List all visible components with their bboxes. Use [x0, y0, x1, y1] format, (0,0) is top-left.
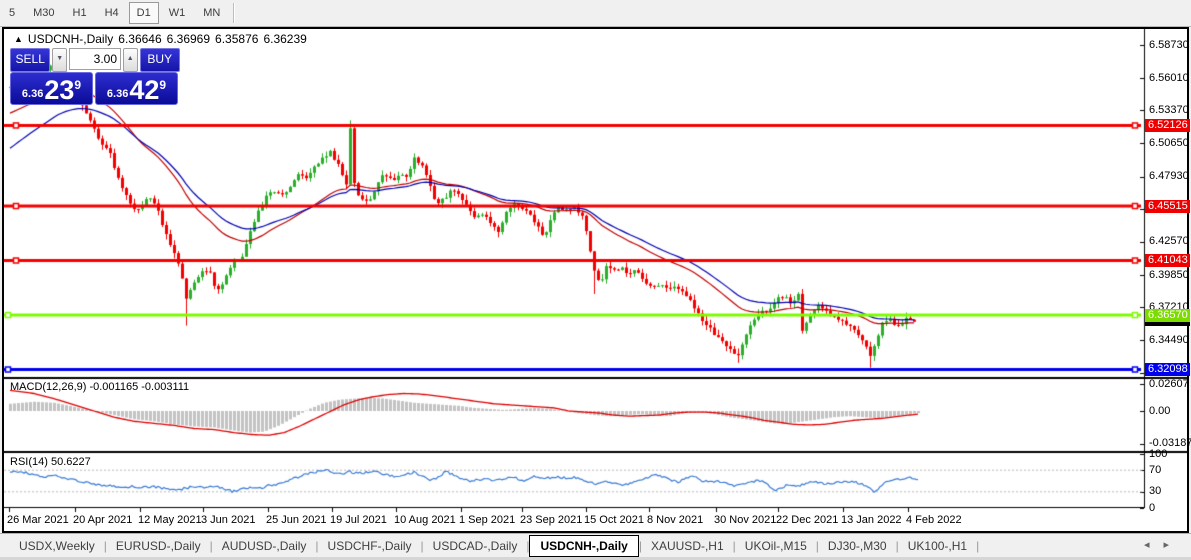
- date-axis-label: 10 Aug 2021: [394, 514, 456, 526]
- price-line-label-green: 6.36570: [1145, 308, 1190, 322]
- timeframe-toolbar: 5 M30 H1 H4 D1 W1 MN: [0, 0, 1191, 27]
- tab-usdcnh-daily[interactable]: USDCNH-,Daily: [529, 534, 639, 557]
- tab-dj30-m30[interactable]: DJ30-,M30: [819, 536, 896, 556]
- rsi-axis-label: 30: [1149, 485, 1162, 498]
- timeframe-button-mn[interactable]: MN: [195, 2, 228, 24]
- ohlc-high: 6.36969: [166, 32, 211, 46]
- volume-increase-button[interactable]: ▲: [123, 48, 138, 72]
- price-line-label-red: 6.52126: [1145, 118, 1190, 132]
- price-tick-label: 6.39850: [1149, 268, 1189, 281]
- sell-price-big: 23: [44, 75, 75, 105]
- price-line-label-red: 6.41043: [1145, 254, 1190, 268]
- tab-ukoil-m15[interactable]: UKOil-,M15: [736, 536, 816, 556]
- symbol-label: USDCNH-,Daily: [27, 32, 114, 46]
- price-tick-label: 6.56010: [1149, 71, 1189, 84]
- date-axis-label: 26 Mar 2021: [7, 514, 69, 526]
- timeframe-button-d1[interactable]: D1: [128, 2, 159, 24]
- date-axis-label: 22 Dec 2021: [776, 514, 839, 526]
- timeframe-button-w1[interactable]: W1: [161, 2, 194, 24]
- price-tick-label: 6.34490: [1149, 333, 1189, 346]
- volume-decrease-button[interactable]: ▼: [52, 48, 67, 72]
- buy-price-sup: 9: [159, 78, 167, 92]
- toolbar-separator: [233, 3, 236, 23]
- tab-audusd-daily[interactable]: AUDUSD-,Daily: [213, 536, 316, 556]
- chart-window: ▲ USDCNH-,Daily 6.36646 6.36969 6.35876 …: [2, 27, 1191, 533]
- tab-uk100-h1[interactable]: UK100-,H1: [899, 536, 976, 556]
- sell-price-prefix: 6.36: [21, 88, 44, 100]
- buy-price[interactable]: 6.36 42 9: [95, 72, 178, 105]
- timeframe-button-m30[interactable]: M30: [25, 2, 62, 24]
- tab-scroll-arrows: ◂▸: [1144, 538, 1183, 551]
- tab-usdcad-daily[interactable]: USDCAD-,Daily: [424, 536, 527, 556]
- ohlc-open: 6.36646: [118, 32, 162, 46]
- buy-price-big: 42: [129, 75, 160, 105]
- rsi-axis-label: 100: [1149, 447, 1168, 460]
- timeframe-button-5[interactable]: 5: [1, 2, 23, 24]
- date-axis-label: 4 Feb 2022: [906, 514, 962, 526]
- timeframe-button-h1[interactable]: H1: [65, 2, 95, 24]
- price-tick-label: 6.58730: [1149, 38, 1189, 51]
- price-tick-label: 6.50650: [1149, 136, 1189, 149]
- date-axis-label: 15 Oct 2021: [584, 514, 644, 526]
- tab-eurusd-daily[interactable]: EURUSD-,Daily: [107, 536, 210, 556]
- date-axis-label: 20 Apr 2021: [73, 514, 133, 526]
- date-axis-label: 25 Jun 2021: [266, 514, 327, 526]
- price-tick-label: 6.42570: [1149, 235, 1189, 248]
- buy-button[interactable]: BUY: [139, 48, 180, 72]
- price-tick-label: 6.47930: [1149, 170, 1189, 183]
- ohlc-low: 6.35876: [215, 32, 259, 46]
- rsi-label: RSI(14) 50.6227: [10, 456, 91, 468]
- tab-usdchf-daily[interactable]: USDCHF-,Daily: [319, 536, 421, 556]
- timeframe-button-h4[interactable]: H4: [97, 2, 127, 24]
- sell-price-sup: 9: [74, 78, 82, 92]
- macd-axis-label: 0.00: [1149, 404, 1171, 417]
- volume-input[interactable]: [69, 48, 121, 70]
- date-axis-label: 19 Jul 2021: [330, 514, 387, 526]
- tab-separator: |: [976, 538, 980, 553]
- date-axis-label: 1 Sep 2021: [459, 514, 516, 526]
- rsi-axis-label: 0: [1149, 501, 1156, 514]
- price-line-label-blue: 6.32098: [1145, 363, 1190, 376]
- tab-scroll-left-icon[interactable]: ◂: [1144, 539, 1164, 551]
- sell-button[interactable]: SELL: [10, 48, 51, 72]
- ohlc-close: 6.36239: [263, 32, 307, 46]
- collapse-icon[interactable]: ▲: [14, 34, 23, 44]
- date-axis-label: 3 Jun 2021: [201, 514, 256, 526]
- chart-header: ▲ USDCNH-,Daily 6.36646 6.36969 6.35876 …: [14, 32, 307, 46]
- date-axis-label: 8 Nov 2021: [647, 514, 704, 526]
- one-click-trade-panel: SELL ▼ ▲ BUY 6.36 23 9 6.36 42 9: [10, 48, 180, 120]
- price-line-label-red: 6.45515: [1145, 199, 1190, 213]
- tab-usdx-weekly[interactable]: USDX,Weekly: [10, 536, 104, 556]
- date-axis-label: 12 May 2021: [138, 514, 202, 526]
- price-tick-label: 6.53370: [1149, 103, 1189, 116]
- sell-price[interactable]: 6.36 23 9: [10, 72, 93, 105]
- symbol-tab-bar: USDX,Weekly | EURUSD-,Daily | AUDUSD-,Daily |…: [0, 533, 1191, 557]
- date-axis-label: 13 Jan 2022: [841, 514, 902, 526]
- rsi-axis-label: 70: [1149, 463, 1162, 476]
- date-axis-label: 30 Nov 2021: [714, 514, 777, 526]
- macd-axis-label: 0.02607: [1149, 377, 1189, 390]
- macd-label: MACD(12,26,9) -0.001165 -0.003111: [10, 381, 190, 393]
- price-chart-canvas: [4, 29, 1187, 531]
- tab-xauusd-h1[interactable]: XAUUSD-,H1: [642, 536, 733, 556]
- buy-price-prefix: 6.36: [106, 88, 129, 100]
- date-axis-label: 23 Sep 2021: [520, 514, 583, 526]
- tab-scroll-right-icon[interactable]: ▸: [1163, 539, 1183, 551]
